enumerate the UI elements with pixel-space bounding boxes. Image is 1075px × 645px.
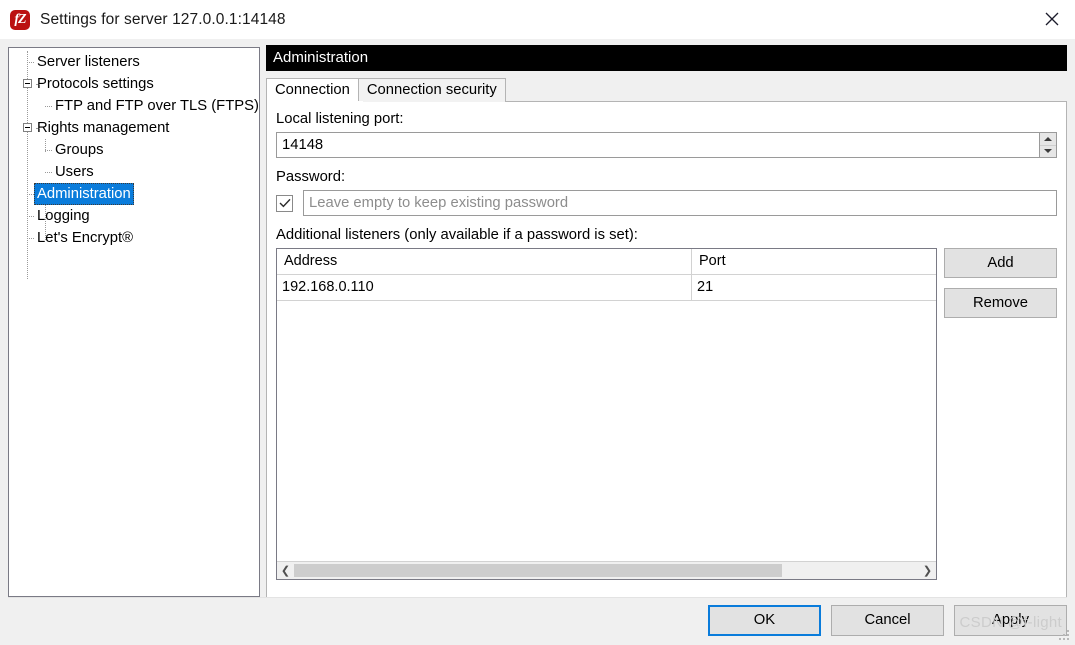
sidebar-item-label: Users [55, 164, 94, 180]
scrollbar-track[interactable] [294, 562, 919, 579]
tab-bar: Connection Connection security [266, 77, 1067, 102]
sidebar-item-label: Protocols settings [37, 76, 154, 92]
horizontal-scrollbar[interactable]: ❮ ❯ [277, 561, 936, 579]
arrow-down-icon[interactable] [1040, 145, 1056, 157]
sidebar-item-label: FTP and FTP over TLS (FTPS) [55, 98, 259, 114]
title-bar: fZ Settings for server 127.0.0.1:14148 [0, 0, 1075, 40]
arrow-up-icon[interactable] [1040, 133, 1056, 146]
table-header-row: Address Port [277, 249, 936, 275]
quantity-stepper[interactable] [1040, 132, 1057, 158]
listeners-buttons: Add Remove [944, 248, 1057, 580]
remove-button[interactable]: Remove [944, 288, 1057, 318]
local-listening-port-input[interactable] [276, 132, 1040, 158]
sidebar-item-label: Groups [55, 142, 104, 158]
filezilla-icon: fZ [9, 9, 31, 31]
password-label: Password: [276, 169, 346, 185]
sidebar-item-users[interactable]: Users [9, 161, 259, 183]
tab-label: Connection security [366, 82, 497, 98]
sidebar-item-server-listeners[interactable]: Server listeners [9, 51, 259, 73]
sidebar-item-label: Rights management [37, 120, 170, 136]
tab-label: Connection [275, 82, 350, 98]
chevron-left-icon[interactable]: ❮ [277, 562, 294, 579]
sidebar-item-groups[interactable]: Groups [9, 139, 259, 161]
password-input[interactable] [303, 190, 1057, 216]
tree-expander-icon[interactable] [23, 123, 32, 132]
sidebar-item-label: Server listeners [37, 54, 140, 70]
password-row [276, 190, 1057, 216]
sidebar-item-label: Administration [34, 183, 134, 205]
tree-expander-icon[interactable] [23, 79, 32, 88]
table-row[interactable]: 192.168.0.110 21 [277, 275, 936, 301]
page-title: Administration [266, 45, 1067, 71]
ok-button[interactable]: OK [708, 605, 821, 636]
resize-grip[interactable] [1058, 629, 1071, 642]
sidebar-item-lets-encrypt[interactable]: Let's Encrypt® [9, 227, 259, 249]
chevron-right-icon[interactable]: ❯ [919, 562, 936, 579]
check-icon [279, 198, 291, 208]
sidebar-item-logging[interactable]: Logging [9, 205, 259, 227]
sidebar-item-administration[interactable]: Administration [9, 183, 259, 205]
dialog-body: Server listeners Protocols settings FTP … [0, 39, 1075, 645]
table-empty-space [277, 301, 936, 561]
cancel-button[interactable]: Cancel [831, 605, 944, 636]
tab-connection[interactable]: Connection [266, 78, 359, 102]
footer-divider [8, 597, 1067, 598]
sidebar-item-protocols-settings[interactable]: Protocols settings [9, 73, 259, 95]
column-header-address[interactable]: Address [277, 249, 692, 274]
apply-button[interactable]: Apply [954, 605, 1067, 636]
local-listening-port-label: Local listening port: [276, 111, 404, 127]
close-icon[interactable] [1029, 0, 1075, 38]
sidebar-item-label: Let's Encrypt® [37, 230, 133, 246]
footer-buttons: OK Cancel Apply [708, 605, 1067, 636]
keep-password-checkbox[interactable] [276, 194, 293, 212]
cell-port: 21 [697, 279, 714, 295]
sidebar-item-ftp-and-ftp-over-tls[interactable]: FTP and FTP over TLS (FTPS) [9, 95, 259, 117]
additional-listeners-label: Additional listeners (only available if … [276, 227, 638, 243]
sidebar-item-label: Logging [37, 208, 90, 224]
tab-connection-security[interactable]: Connection security [357, 78, 506, 102]
scrollbar-thumb[interactable] [294, 564, 782, 577]
settings-tree[interactable]: Server listeners Protocols settings FTP … [8, 47, 260, 597]
add-button[interactable]: Add [944, 248, 1057, 278]
tab-panel-connection: Local listening port: Password: Addition… [266, 102, 1067, 598]
additional-listeners-area: Address Port 192.168.0.110 21 ❮ ❯ Add Re… [276, 248, 1057, 580]
window-title: Settings for server 127.0.0.1:14148 [40, 10, 286, 28]
column-header-port[interactable]: Port [692, 249, 936, 274]
local-listening-port-field[interactable] [276, 132, 1057, 158]
listeners-table[interactable]: Address Port 192.168.0.110 21 ❮ ❯ [276, 248, 937, 580]
settings-detail-panel: Administration Connection Connection sec… [266, 45, 1067, 598]
sidebar-item-rights-management[interactable]: Rights management [9, 117, 259, 139]
cell-address: 192.168.0.110 [277, 275, 692, 300]
dialog-footer: OK Cancel Apply [0, 597, 1075, 645]
